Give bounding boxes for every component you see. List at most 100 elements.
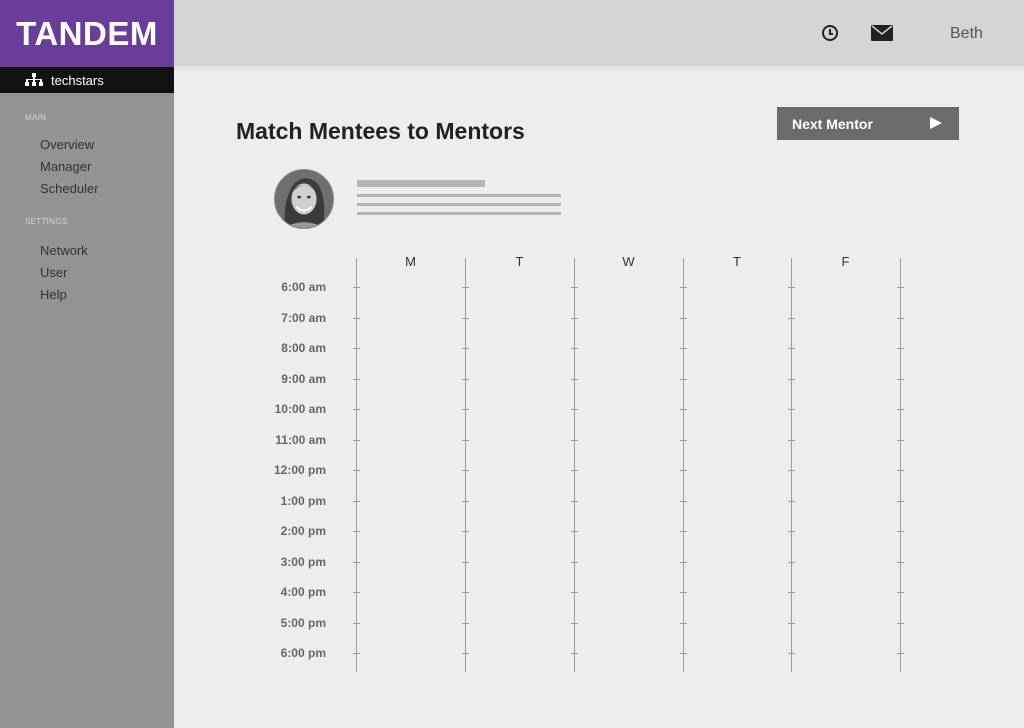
time-slot[interactable]: [687, 394, 787, 425]
page-title: Match Mentees to Mentors: [236, 118, 525, 144]
time-slot[interactable]: [795, 333, 896, 364]
time-slot[interactable]: [469, 333, 570, 364]
time-slot[interactable]: [687, 424, 787, 455]
time-slot[interactable]: [795, 577, 896, 608]
time-slot[interactable]: [578, 607, 679, 638]
time-slot[interactable]: [578, 638, 679, 669]
time-slot[interactable]: [795, 363, 896, 394]
time-slot[interactable]: [795, 272, 896, 303]
sidebar-item-overview[interactable]: Overview: [40, 137, 94, 152]
app-logo[interactable]: TANDEM: [0, 0, 174, 67]
time-slot[interactable]: [469, 638, 570, 669]
time-slot[interactable]: [795, 638, 896, 669]
time-slot[interactable]: [360, 455, 461, 486]
time-slot[interactable]: [469, 302, 570, 333]
time-slot[interactable]: [469, 485, 570, 516]
time-slot[interactable]: [469, 607, 570, 638]
time-slot[interactable]: [469, 272, 570, 303]
time-slot[interactable]: [795, 516, 896, 547]
time-slot[interactable]: [360, 424, 461, 455]
time-slot[interactable]: [578, 455, 679, 486]
time-slot[interactable]: [795, 607, 896, 638]
time-slot[interactable]: [578, 546, 679, 577]
time-label: 5:00 pm: [280, 615, 326, 630]
time-slot[interactable]: [469, 577, 570, 608]
time-slot[interactable]: [360, 607, 461, 638]
mail-icon[interactable]: [871, 25, 893, 41]
time-slot[interactable]: [795, 485, 896, 516]
time-slot[interactable]: [687, 333, 787, 364]
time-label: 2:00 pm: [280, 524, 326, 538]
time-label: 12:00 pm: [273, 463, 326, 477]
day-header: T: [515, 254, 524, 269]
org-switcher[interactable]: techstars: [0, 67, 174, 93]
time-slot[interactable]: [687, 516, 787, 547]
top-bar: [174, 0, 1024, 66]
day-header: W: [622, 254, 635, 269]
time-slot[interactable]: [360, 577, 461, 608]
user-menu[interactable]: Beth: [950, 25, 983, 43]
time-slot[interactable]: [360, 638, 461, 669]
day-column-divider: [574, 258, 575, 672]
top-bar-divider: [174, 66, 1024, 70]
time-slot[interactable]: [360, 363, 461, 394]
time-slot[interactable]: [795, 546, 896, 577]
time-slot[interactable]: [360, 516, 461, 547]
time-label: 4:00 pm: [280, 585, 326, 599]
time-slot[interactable]: [687, 363, 787, 394]
mentor-detail-placeholder: [357, 194, 561, 197]
time-slot[interactable]: [578, 516, 679, 547]
mentor-name-placeholder: [357, 180, 485, 187]
time-slot[interactable]: [360, 272, 461, 303]
time-slot[interactable]: [360, 302, 461, 333]
time-slot[interactable]: [578, 302, 679, 333]
time-slot[interactable]: [795, 394, 896, 425]
day-column-divider: [900, 258, 901, 672]
time-slot[interactable]: [795, 424, 896, 455]
time-slot[interactable]: [687, 455, 787, 486]
section-label-settings: SETTINGS: [25, 217, 68, 226]
sidebar-item-help[interactable]: Help: [40, 287, 67, 302]
time-slot[interactable]: [469, 363, 570, 394]
time-label: 10:00 am: [274, 402, 326, 416]
time-slot[interactable]: [469, 546, 570, 577]
time-slot[interactable]: [578, 333, 679, 364]
day-header: F: [841, 254, 850, 269]
time-slot[interactable]: [687, 577, 787, 608]
time-slot[interactable]: [687, 302, 787, 333]
sidebar-item-user[interactable]: User: [40, 265, 67, 280]
time-slot[interactable]: [687, 272, 787, 303]
sidebar-item-network[interactable]: Network: [40, 243, 88, 258]
mentor-detail-placeholder: [357, 212, 561, 215]
time-slot[interactable]: [360, 546, 461, 577]
avatar: [274, 169, 334, 229]
time-slot[interactable]: [795, 302, 896, 333]
clock-icon[interactable]: [822, 25, 838, 41]
time-slot[interactable]: [687, 485, 787, 516]
time-slot[interactable]: [578, 577, 679, 608]
time-slot[interactable]: [687, 607, 787, 638]
time-slot[interactable]: [578, 485, 679, 516]
day-header: M: [405, 254, 416, 269]
time-slot[interactable]: [360, 394, 461, 425]
time-slot[interactable]: [469, 516, 570, 547]
time-slot[interactable]: [687, 638, 787, 669]
play-arrow-icon: [930, 117, 942, 129]
org-chart-icon: [25, 73, 43, 87]
day-header: T: [733, 254, 741, 269]
time-slot[interactable]: [578, 424, 679, 455]
time-slot[interactable]: [469, 424, 570, 455]
time-slot[interactable]: [360, 485, 461, 516]
time-slot[interactable]: [578, 394, 679, 425]
time-slot[interactable]: [360, 333, 461, 364]
time-slot[interactable]: [469, 455, 570, 486]
org-name: techstars: [51, 72, 104, 88]
sidebar-item-scheduler[interactable]: Scheduler: [40, 181, 99, 196]
time-slot[interactable]: [578, 363, 679, 394]
next-mentor-button[interactable]: Next Mentor: [777, 107, 959, 140]
time-slot[interactable]: [469, 394, 570, 425]
time-slot[interactable]: [795, 455, 896, 486]
time-slot[interactable]: [687, 546, 787, 577]
sidebar-item-manager[interactable]: Manager: [40, 159, 91, 174]
time-slot[interactable]: [578, 272, 679, 303]
